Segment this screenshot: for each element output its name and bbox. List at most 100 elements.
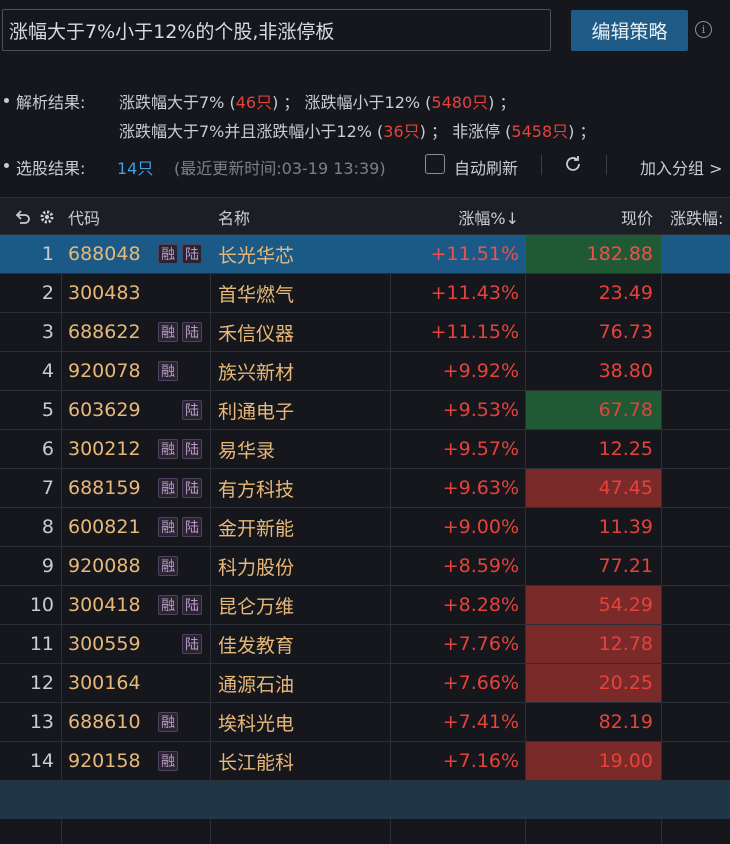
stock-name: 利通电子 <box>218 400 295 423</box>
stock-name: 昆仑万维 <box>218 595 295 618</box>
selection-count: 14只 <box>117 159 154 178</box>
margin-trading-badge: 融 <box>158 322 178 342</box>
current-price: 54.29 <box>526 586 661 624</box>
column-header-change[interactable]: 涨幅%↓ <box>392 198 519 235</box>
row-index: 14 <box>29 750 54 772</box>
row-index: 13 <box>29 711 54 733</box>
stock-name: 有方科技 <box>218 478 295 501</box>
parse-text: ) ； <box>568 122 596 141</box>
row-index: 1 <box>41 243 54 265</box>
stock-code: 688159 <box>68 477 141 499</box>
change-percent: +9.00% <box>442 516 519 538</box>
stock-code: 300418 <box>68 594 141 616</box>
parse-text: ) ； 非涨停 ( <box>419 122 512 141</box>
edit-strategy-button[interactable]: 编辑策略 <box>571 10 688 51</box>
row-index: 9 <box>41 555 54 577</box>
stock-code: 688622 <box>68 321 141 343</box>
connect-badge: 陆 <box>182 322 202 342</box>
column-header-price[interactable]: 现价 <box>526 198 653 235</box>
table-row[interactable]: 5 603629 陆利通电子 +9.53% 67.78 <box>0 391 730 430</box>
table-row[interactable]: 10 300418 融陆昆仑万维 +8.28% 54.29 <box>0 586 730 625</box>
change-percent: +11.51% <box>430 243 519 265</box>
margin-trading-badge: 融 <box>158 556 178 576</box>
stock-name: 佳发教育 <box>218 634 295 657</box>
change-percent: +7.66% <box>442 672 519 694</box>
parse-result-label: 解析结果: <box>16 93 86 112</box>
table-header: 代码 名称 涨幅%↓ 现价 涨跌幅: <box>0 197 730 235</box>
change-percent: +8.28% <box>442 594 519 616</box>
current-price: 19.00 <box>526 742 661 780</box>
column-header-name[interactable]: 名称 <box>218 198 250 235</box>
parse-result-line-2: 涨跌幅大于7%并且涨跌幅小于12% (36只) ； 非涨停 (5458只) ； <box>119 118 595 142</box>
margin-trading-badge: 融 <box>158 712 178 732</box>
parse-count: 5458只 <box>511 122 569 141</box>
stock-code: 688048 <box>68 243 141 265</box>
change-percent: +11.43% <box>430 282 519 304</box>
stock-name: 长光华芯 <box>218 244 295 267</box>
stock-code: 688610 <box>68 711 141 733</box>
auto-refresh-label[interactable]: 自动刷新 <box>454 155 518 179</box>
add-to-group-button[interactable]: 加入分组 > <box>640 155 723 179</box>
table-row[interactable]: 11 300559 陆佳发教育 +7.76% 12.78 <box>0 625 730 664</box>
connect-badge: 陆 <box>182 439 202 459</box>
table-row[interactable]: 7 688159 融陆有方科技 +9.63% 47.45 <box>0 469 730 508</box>
current-price: 67.78 <box>526 391 661 429</box>
stock-name: 首华燃气 <box>218 283 295 306</box>
change-percent: +7.76% <box>442 633 519 655</box>
selection-result-label: 选股结果: <box>16 159 86 178</box>
stock-code: 920088 <box>68 555 141 577</box>
info-icon[interactable]: i <box>695 21 712 38</box>
current-price: 182.88 <box>526 235 661 273</box>
change-percent: +7.41% <box>442 711 519 733</box>
connect-badge: 陆 <box>182 634 202 654</box>
stock-code: 920078 <box>68 360 141 382</box>
toolbar-divider <box>541 155 542 175</box>
undo-icon[interactable] <box>14 198 32 235</box>
table-row[interactable]: 14 920158 融 长江能科 +7.16% 19.00 <box>0 742 730 781</box>
stock-code: 300483 <box>68 282 141 304</box>
auto-refresh-checkbox[interactable] <box>425 154 445 174</box>
row-index: 4 <box>41 360 54 382</box>
current-price: 47.45 <box>526 469 661 507</box>
selection-bullet <box>4 163 9 168</box>
current-price: 12.25 <box>598 438 653 460</box>
table-row[interactable]: 3 688622 融陆禾信仪器 +11.15% 76.73 <box>0 313 730 352</box>
current-price: 82.19 <box>598 711 653 733</box>
row-index: 2 <box>41 282 54 304</box>
table-row[interactable]: 8 600821 融陆金开新能 +9.00% 11.39 <box>0 508 730 547</box>
table-row[interactable]: 4 920078 融 族兴新材 +9.92% 38.80 <box>0 352 730 391</box>
margin-trading-badge: 融 <box>158 751 178 771</box>
strategy-search-input[interactable]: 涨幅大于7%小于12%的个股,非涨停板 <box>2 9 551 51</box>
current-price: 11.39 <box>598 516 653 538</box>
current-price: 12.78 <box>526 625 661 663</box>
table-row[interactable]: 12 300164 通源石油 +7.66% 20.25 <box>0 664 730 703</box>
column-header-range[interactable]: 涨跌幅: <box>670 198 723 235</box>
change-percent: +11.15% <box>430 321 519 343</box>
table-row[interactable]: 6 300212 融陆易华录 +9.57% 12.25 <box>0 430 730 469</box>
current-price: 76.73 <box>598 321 653 343</box>
table-row[interactable]: 9 920088 融 科力股份 +8.59% 77.21 <box>0 547 730 586</box>
stock-code: 920158 <box>68 750 141 772</box>
table-row[interactable]: 2 300483 首华燃气 +11.43% 23.49 <box>0 274 730 313</box>
parse-count: 36只 <box>383 122 420 141</box>
current-price: 23.49 <box>598 282 653 304</box>
table-row[interactable]: 13 688610 融 埃科光电 +7.41% 82.19 <box>0 703 730 742</box>
row-index: 6 <box>41 438 54 460</box>
row-index: 3 <box>41 321 54 343</box>
parse-count: 5480只 <box>431 93 489 112</box>
column-header-code[interactable]: 代码 <box>68 198 100 235</box>
gear-icon[interactable] <box>38 198 56 235</box>
stock-code: 600821 <box>68 516 141 538</box>
row-index: 5 <box>41 399 54 421</box>
current-price: 77.21 <box>598 555 653 577</box>
parse-bullet <box>4 98 9 103</box>
connect-badge: 陆 <box>182 595 202 615</box>
parse-text: ) ； <box>488 93 516 112</box>
connect-badge: 陆 <box>182 478 202 498</box>
stock-table: 代码 名称 涨幅%↓ 现价 涨跌幅: 1 688048 融陆长光华芯 +11.51% 1… <box>0 197 730 781</box>
margin-trading-badge: 融 <box>158 478 178 498</box>
table-row[interactable]: 1 688048 融陆长光华芯 +11.51% 182.88 <box>0 235 730 274</box>
change-percent: +9.92% <box>442 360 519 382</box>
refresh-icon[interactable] <box>562 153 584 175</box>
stock-name: 长江能科 <box>218 751 295 774</box>
